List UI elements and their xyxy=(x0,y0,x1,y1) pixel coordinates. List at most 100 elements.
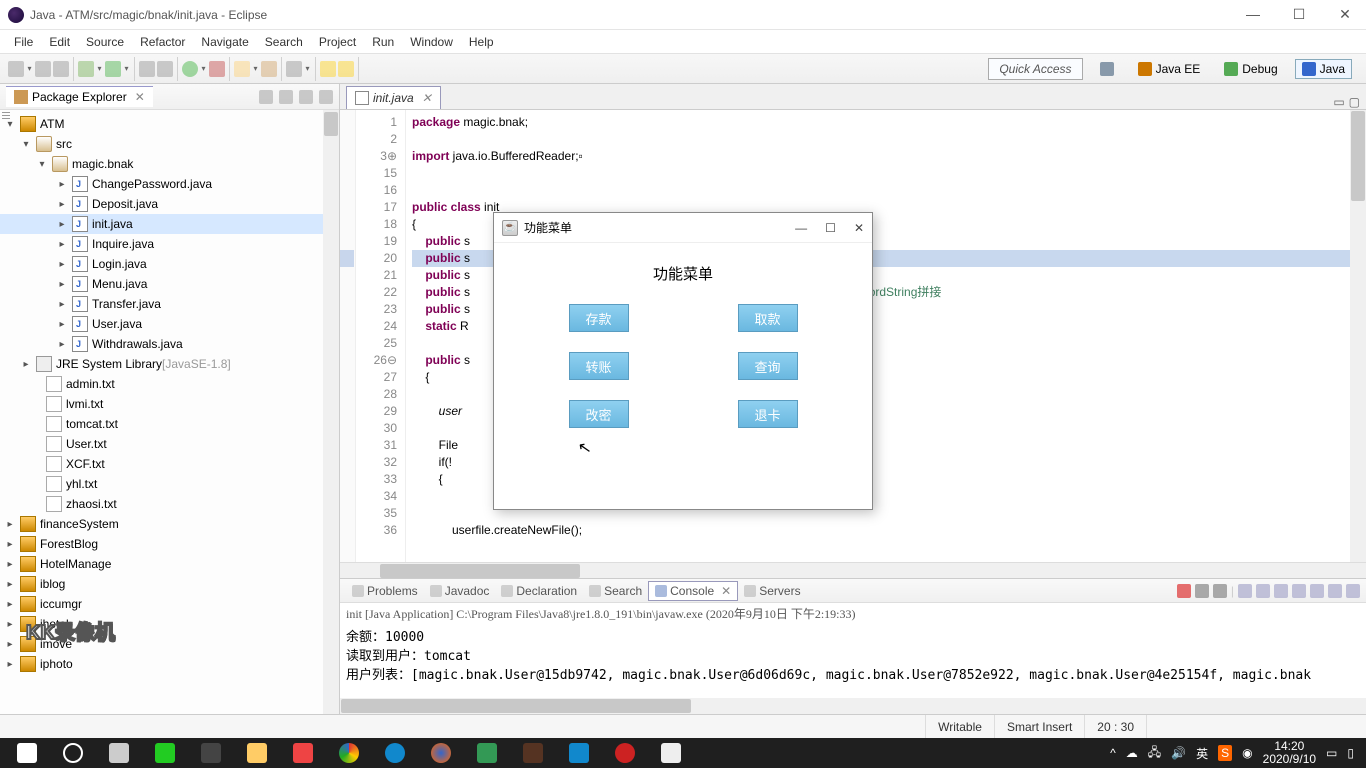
minimize-view-icon[interactable] xyxy=(319,90,333,104)
nav-back-icon[interactable] xyxy=(320,61,336,77)
dialog-maximize-button[interactable]: ☐ xyxy=(825,221,836,235)
menu-search[interactable]: Search xyxy=(257,32,311,52)
save-icon[interactable] xyxy=(35,61,51,77)
tree-txt[interactable]: yhl.txt xyxy=(66,477,97,491)
tray-network-icon[interactable]: 🖧 xyxy=(1148,743,1161,764)
tree-txt[interactable]: lvmi.txt xyxy=(66,397,103,411)
tree-txt[interactable]: User.txt xyxy=(66,437,107,451)
editor-vscrollbar[interactable] xyxy=(1350,110,1366,562)
tray-sogou-icon[interactable]: S xyxy=(1218,745,1232,761)
console-output[interactable]: 余额：10000 读取到用户：tomcat 用户列表：[magic.bnak.U… xyxy=(340,624,1366,698)
close-button[interactable]: ✕ xyxy=(1332,6,1358,23)
menu-window[interactable]: Window xyxy=(402,32,461,52)
menu-refactor[interactable]: Refactor xyxy=(132,32,193,52)
save-all-icon[interactable] xyxy=(53,61,69,77)
tab-servers[interactable]: Servers xyxy=(738,582,806,600)
wechat-icon[interactable] xyxy=(142,738,188,768)
build-icon[interactable] xyxy=(139,61,155,77)
start-button[interactable] xyxy=(4,738,50,768)
clear-console-button[interactable] xyxy=(1238,584,1252,598)
close-icon[interactable]: ✕ xyxy=(135,90,145,104)
display-console-button[interactable] xyxy=(1292,584,1306,598)
close-icon[interactable]: ✕ xyxy=(721,584,731,598)
dialog-close-button[interactable]: ✕ xyxy=(854,221,864,235)
teamviewer-icon[interactable] xyxy=(372,738,418,768)
tab-javadoc[interactable]: Javadoc xyxy=(424,582,496,600)
run-red-icon[interactable] xyxy=(209,61,225,77)
max-view-icon[interactable] xyxy=(1346,584,1360,598)
view-menu-icon[interactable] xyxy=(299,90,313,104)
app-icon[interactable] xyxy=(510,738,556,768)
dialog-minimize-button[interactable]: — xyxy=(795,221,807,235)
tree-file[interactable]: Deposit.java xyxy=(92,197,158,211)
withdraw-button[interactable]: 取款 xyxy=(738,304,798,332)
transfer-button[interactable]: 转账 xyxy=(569,352,629,380)
package-icon[interactable] xyxy=(261,61,277,77)
tree-file[interactable]: User.java xyxy=(92,317,142,331)
new-icon[interactable] xyxy=(8,61,24,77)
tray-security-icon[interactable]: ◉ xyxy=(1242,746,1252,760)
intellij-icon[interactable] xyxy=(280,738,326,768)
tree-file[interactable]: Inquire.java xyxy=(92,237,154,251)
tab-search[interactable]: Search xyxy=(583,582,648,600)
tree-project[interactable]: ATM xyxy=(40,117,64,131)
close-tab-icon[interactable]: ✕ xyxy=(422,91,432,105)
menu-navigate[interactable]: Navigate xyxy=(193,32,256,52)
tree-project[interactable]: iccumgr xyxy=(40,597,82,611)
perspective-javaee[interactable]: Java EE xyxy=(1131,59,1208,79)
tab-console[interactable]: Console✕ xyxy=(648,581,738,601)
pin-console-button[interactable] xyxy=(1274,584,1288,598)
minimize-button[interactable]: — xyxy=(1240,6,1266,23)
tray-volume-icon[interactable]: 🔊 xyxy=(1171,746,1186,760)
console-hscrollbar[interactable] xyxy=(340,698,1366,714)
open-perspective-button[interactable] xyxy=(1093,59,1121,79)
menu-edit[interactable]: Edit xyxy=(41,32,78,52)
cortana-button[interactable] xyxy=(50,738,96,768)
tray-ime-icon[interactable]: 英 xyxy=(1196,745,1208,762)
chrome-icon[interactable] xyxy=(326,738,372,768)
debug-icon[interactable] xyxy=(78,61,94,77)
tree-project[interactable]: iblog xyxy=(40,577,65,591)
tray-onedrive-icon[interactable]: ☁ xyxy=(1126,746,1138,760)
quick-access-input[interactable]: Quick Access xyxy=(988,58,1082,80)
link-editor-icon[interactable] xyxy=(279,90,293,104)
tree-file[interactable]: Login.java xyxy=(92,257,147,271)
app-icon[interactable] xyxy=(602,738,648,768)
nav-fwd-icon[interactable] xyxy=(338,61,354,77)
menu-project[interactable]: Project xyxy=(311,32,364,52)
scroll-lock-button[interactable] xyxy=(1256,584,1270,598)
folder-icon[interactable] xyxy=(234,61,250,77)
tree-file[interactable]: Transfer.java xyxy=(92,297,161,311)
maximize-button[interactable]: ☐ xyxy=(1286,6,1312,23)
inquire-button[interactable]: 查询 xyxy=(738,352,798,380)
tree-src[interactable]: src xyxy=(56,137,72,151)
taskview-button[interactable] xyxy=(96,738,142,768)
collapse-all-icon[interactable] xyxy=(259,90,273,104)
menu-file[interactable]: File xyxy=(6,32,41,52)
terminate-button[interactable] xyxy=(1177,584,1191,598)
tree-project[interactable]: HotelManage xyxy=(40,557,111,571)
changepw-button[interactable]: 改密 xyxy=(569,400,629,428)
firefox-icon[interactable] xyxy=(418,738,464,768)
app-icon[interactable] xyxy=(464,738,510,768)
menu-help[interactable]: Help xyxy=(461,32,502,52)
open-console-button[interactable] xyxy=(1310,584,1324,598)
java-icon[interactable] xyxy=(648,738,694,768)
tree-lib[interactable]: JRE System Library xyxy=(56,357,162,371)
tray-chevron-icon[interactable]: ^ xyxy=(1110,746,1116,760)
menu-run[interactable]: Run xyxy=(364,32,402,52)
perspective-java[interactable]: Java xyxy=(1295,59,1352,79)
app-icon[interactable] xyxy=(188,738,234,768)
tree-file[interactable]: Withdrawals.java xyxy=(92,337,183,351)
tree-project[interactable]: financeSystem xyxy=(40,517,119,531)
explorer-icon[interactable] xyxy=(234,738,280,768)
remove-all-button[interactable] xyxy=(1213,584,1227,598)
tree-file[interactable]: Menu.java xyxy=(92,277,147,291)
run-green-icon[interactable] xyxy=(182,61,198,77)
remove-launch-button[interactable] xyxy=(1195,584,1209,598)
tree-txt[interactable]: admin.txt xyxy=(66,377,115,391)
eject-button[interactable]: 退卡 xyxy=(738,400,798,428)
tree-file[interactable]: ChangePassword.java xyxy=(92,177,212,191)
tab-problems[interactable]: Problems xyxy=(346,582,424,600)
tree-txt[interactable]: tomcat.txt xyxy=(66,417,118,431)
